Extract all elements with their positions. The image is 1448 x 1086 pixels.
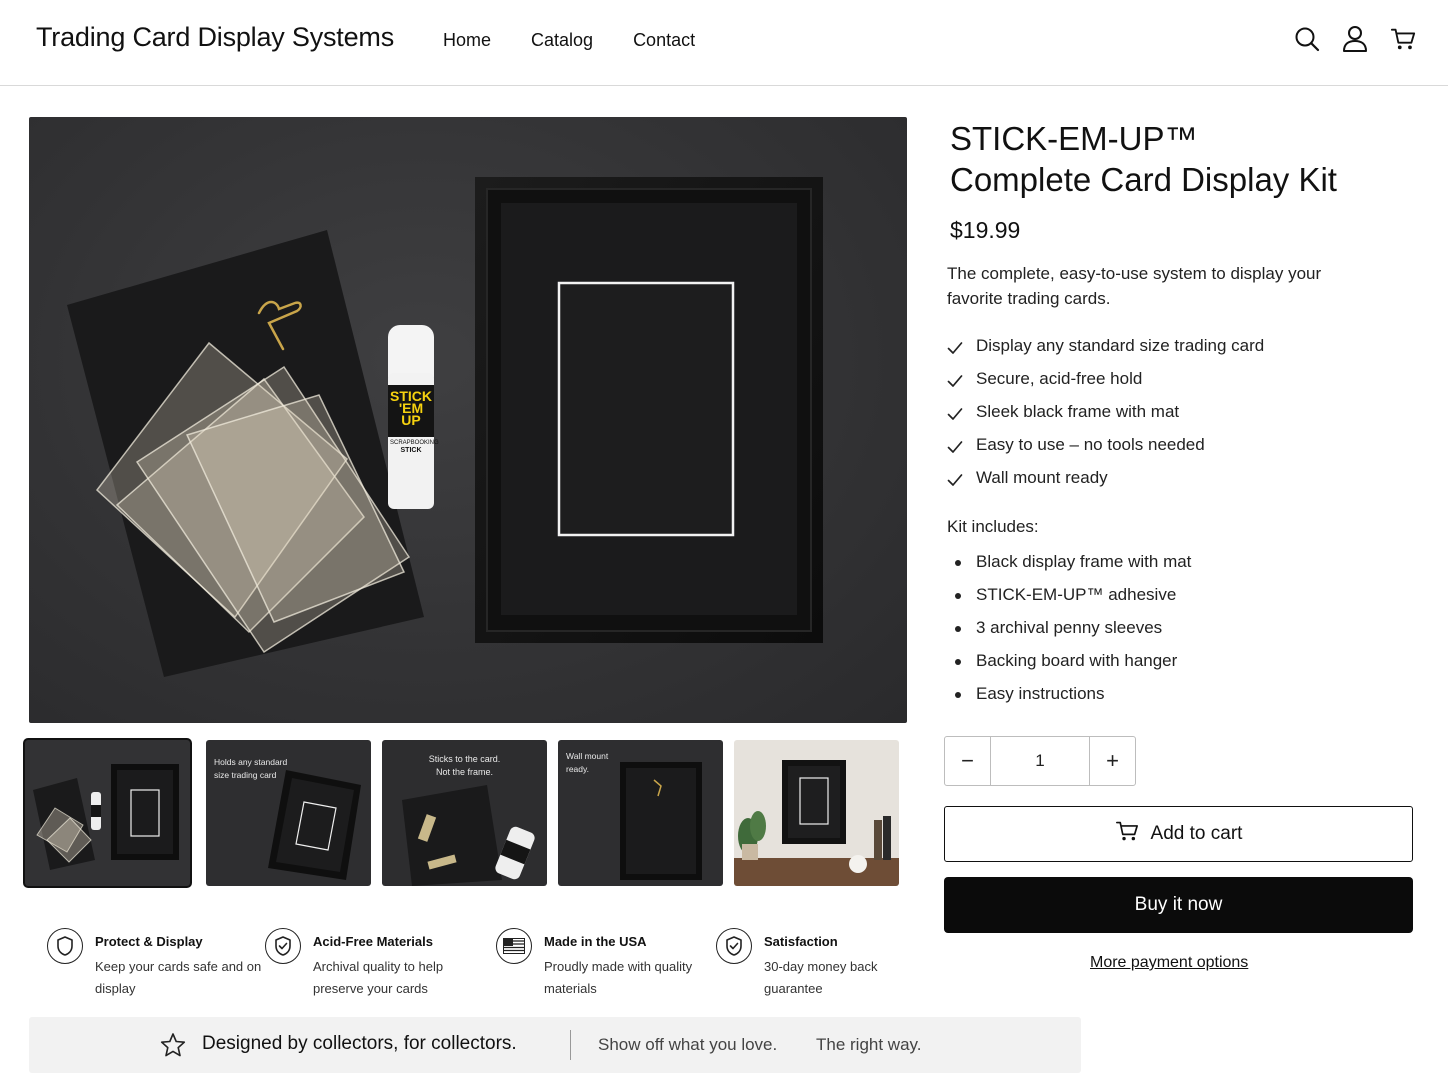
kit-list: Black display frame with mat STICK-EM-UP… [947, 550, 1191, 715]
nav-contact[interactable]: Contact [633, 30, 695, 51]
decrease-quantity-button[interactable]: − [945, 737, 990, 785]
main-product-image[interactable]: STICK 'EM UP SCRAPBOOKING STICK [29, 117, 907, 723]
cart-icon [1115, 820, 1139, 848]
check-icon [947, 371, 963, 395]
tagline-banner: Designed by collectors, for collectors. … [29, 1017, 1081, 1073]
thumbnail-5[interactable] [734, 740, 899, 886]
flag-icon [496, 928, 532, 964]
banner-subtext-1: Show off what you love. [598, 1035, 778, 1054]
check-icon [947, 338, 963, 362]
product-description: The complete, easy-to-use system to disp… [947, 264, 1322, 308]
shield-check-icon [716, 928, 752, 964]
thumbnail-1[interactable] [23, 738, 192, 888]
benefit-item: Wall mount ready [947, 466, 1264, 499]
header-actions [1294, 24, 1416, 54]
more-payment-options-link[interactable]: More payment options [1090, 954, 1248, 972]
site-header: Trading Card Display Systems Home Catalo… [0, 0, 1448, 86]
kit-item: Black display frame with mat [947, 550, 1191, 583]
benefit-item: Easy to use – no tools needed [947, 433, 1264, 466]
product-price: $19.99 [950, 217, 1021, 243]
add-to-cart-button[interactable]: Add to cart [944, 806, 1413, 862]
nav-catalog[interactable]: Catalog [531, 30, 593, 51]
banner-tagline: Designed by collectors, for collectors. [202, 1033, 517, 1054]
kit-item: Backing board with hanger [947, 649, 1191, 682]
main-nav: Home Catalog Contact [443, 30, 695, 51]
check-icon [947, 404, 963, 428]
benefit-list: Display any standard size trading card S… [947, 334, 1264, 499]
search-icon[interactable] [1294, 24, 1320, 54]
thumbnail-2[interactable]: Holds any standard size trading card [206, 740, 371, 886]
banner-subtext-2: The right way. [816, 1035, 922, 1054]
kit-item: STICK-EM-UP™ adhesive [947, 583, 1191, 616]
shield-icon [47, 928, 83, 964]
brand-name[interactable]: Trading Card Display Systems [36, 22, 394, 53]
check-icon [947, 437, 963, 461]
thumbnail-4[interactable]: Wall mount ready. [558, 740, 723, 886]
increase-quantity-button[interactable]: + [1090, 737, 1135, 785]
benefit-item: Display any standard size trading card [947, 334, 1264, 367]
cart-icon[interactable] [1390, 24, 1416, 54]
product-title: STICK-EM-UP™ Complete Card Display Kit [950, 120, 1337, 198]
kit-item: 3 archival penny sleeves [947, 616, 1191, 649]
quantity-input[interactable] [990, 737, 1090, 785]
add-to-cart-label: Add to cart [1150, 823, 1243, 844]
account-icon[interactable] [1342, 24, 1368, 54]
shield-check-icon [265, 928, 301, 964]
star-icon [160, 1032, 186, 1063]
buy-it-now-button[interactable]: Buy it now [944, 877, 1413, 933]
benefit-item: Secure, acid-free hold [947, 367, 1264, 400]
glue-stick-sublabel: SCRAPBOOKING STICK [390, 440, 439, 454]
thumbnail-4-caption: Wall mount ready. [566, 751, 609, 774]
thumbnail-3-caption: Sticks to the card. Not the frame. [428, 754, 501, 777]
glue-stick-label: STICK 'EM UP [390, 388, 432, 428]
nav-home[interactable]: Home [443, 30, 491, 51]
thumbnail-2-caption: Holds any standard size trading card [214, 757, 288, 780]
banner-divider [570, 1030, 571, 1060]
kit-includes-label: Kit includes: [947, 517, 1039, 536]
kit-item: Easy instructions [947, 682, 1191, 715]
quantity-stepper: − + [944, 736, 1136, 786]
thumbnail-3[interactable]: Sticks to the card. Not the frame. [382, 740, 547, 886]
check-icon [947, 470, 963, 494]
benefit-item: Sleek black frame with mat [947, 400, 1264, 433]
